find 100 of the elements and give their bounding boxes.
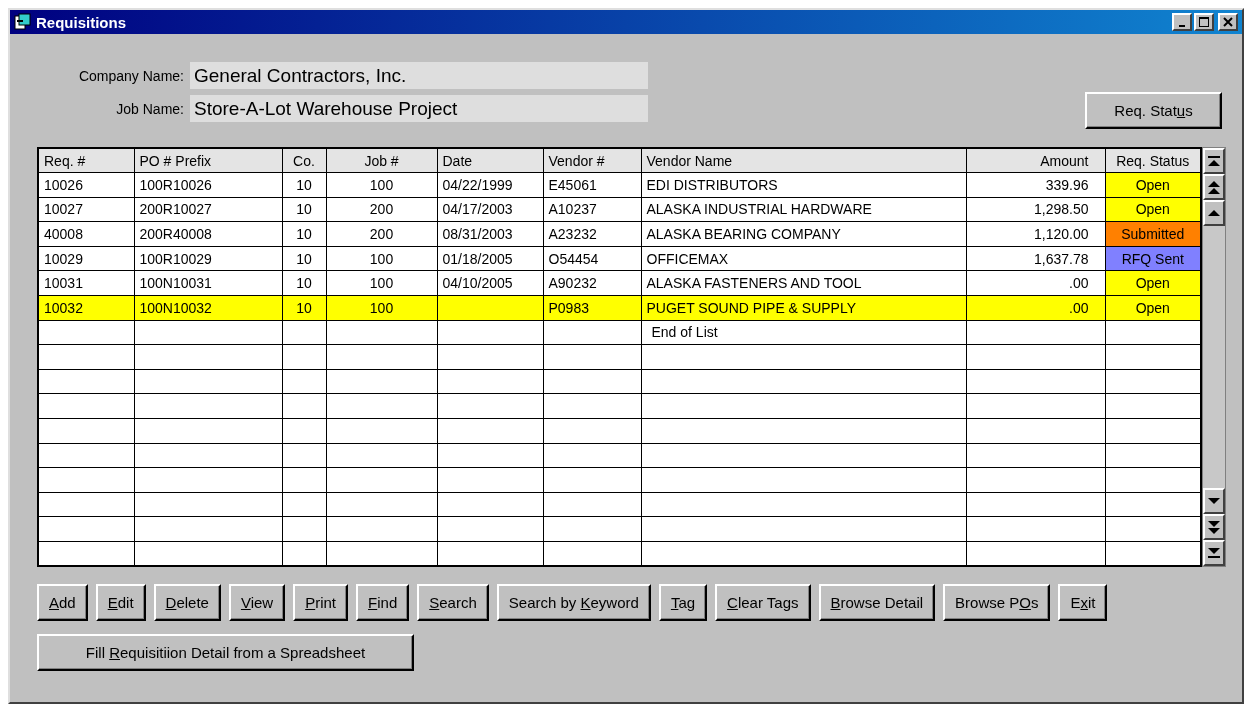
table-cell: .00 [966,295,1105,321]
fill-from-spreadsheet-button[interactable]: Fill Requisitiion Detail from a Spreadsheet [37,634,414,672]
table-cell: 100 [326,270,437,296]
job-name-field[interactable]: Store-A-Lot Warehouse Project [190,95,648,122]
column-header[interactable]: Co. [282,148,326,173]
column-header[interactable]: Job # [326,148,437,173]
table-cell: A90232 [543,270,641,296]
table-cell: 04/17/2003 [437,197,543,222]
table-cell: 40008 [38,221,134,247]
column-header[interactable]: Amount [966,148,1105,173]
column-header[interactable]: Date [437,148,543,173]
table-row[interactable]: 10031 100N10031 10 100 04/10/2005 A90232 ALASKA FASTENERS AND TOOL .00 Open [38,270,1201,296]
scroll-down-button[interactable] [1203,488,1225,515]
table-row[interactable]: 10029 100R10029 10 100 01/18/2005 O54454 OFFICEMAX 1,637.78 RFQ Sent [38,246,1201,271]
status-cell: Open [1105,197,1201,222]
status-cell: Open [1105,295,1201,321]
table-cell: 10032 [38,295,134,321]
table-cell: 200R10027 [134,197,282,222]
status-cell: Open [1105,270,1201,296]
table-cell: OFFICEMAX [641,246,966,271]
table-cell: 1,637.78 [966,246,1105,271]
table-cell: 10029 [38,246,134,271]
column-header[interactable]: Vendor # [543,148,641,173]
action-button[interactable]: Edit [95,584,146,622]
column-header[interactable]: PO # Prefix [134,148,282,173]
action-button[interactable]: Exit [1058,584,1108,622]
down-arrow-icon [1208,498,1220,505]
action-button[interactable]: Browse Detail [818,584,936,622]
action-button[interactable]: Find [356,584,410,622]
action-button[interactable]: Tag [658,584,708,622]
action-button[interactable]: Delete [153,584,221,622]
table-cell: 04/10/2005 [437,270,543,296]
table-cell: 04/22/1999 [437,172,543,198]
action-button[interactable]: Clear Tags [715,584,811,622]
table-cell: PUGET SOUND PIPE & SUPPLY [641,295,966,321]
table-cell: 339.96 [966,172,1105,198]
table-cell: 10026 [38,172,134,198]
up-arrow-icon [1208,210,1220,216]
status-cell: RFQ Sent [1105,246,1201,271]
table-cell: 200 [326,197,437,222]
table-cell: O54454 [543,246,641,271]
table-cell: 10 [282,270,326,296]
table-cell: .00 [966,270,1105,296]
table-cell: 10 [282,172,326,198]
table-row[interactable]: 10032 100N10032 10 100 P0983 PUGET SOUND PIPE & SUPPLY .00 Open [38,295,1201,321]
table-cell: 10031 [38,270,134,296]
action-button[interactable]: Browse POs [943,584,1051,622]
scroll-pagedown-button[interactable] [1203,514,1225,541]
column-header[interactable]: Req. # [38,148,134,173]
table-cell: ALASKA FASTENERS AND TOOL [641,270,966,296]
minimize-icon [1179,25,1185,27]
table-cell: ALASKA BEARING COMPANY [641,221,966,247]
table-cell: 200R40008 [134,221,282,247]
table-row[interactable]: 10026 100R10026 10 100 04/22/1999 E45061 EDI DISTRIBUTORS 339.96 Open [38,172,1201,198]
scroll-bar[interactable] [1202,147,1226,568]
table-cell: 100 [326,295,437,321]
action-button[interactable]: Add [37,584,88,622]
table-cell: 10 [282,197,326,222]
maximize-icon [1199,17,1209,27]
table-cell: A10237 [543,197,641,222]
close-icon [1223,17,1233,27]
action-button[interactable]: View [228,584,286,622]
table-cell: 1,120.00 [966,221,1105,247]
scroll-last-button[interactable] [1203,540,1225,567]
table-cell: 10 [282,246,326,271]
table-cell: 10027 [38,197,134,222]
table-cell: 1,298.50 [966,197,1105,222]
column-header[interactable]: Req. Status [1105,148,1201,173]
maximize-button[interactable] [1194,13,1214,31]
table-cell: ALASKA INDUSTRIAL HARDWARE [641,197,966,222]
table-cell: 100R10029 [134,246,282,271]
scroll-up-button[interactable] [1203,200,1225,226]
req-status-button[interactable]: Req. Status [1085,92,1222,129]
column-header[interactable]: Vendor Name [641,148,966,173]
job-name-label: Job Name: [115,100,185,117]
table-cell: 100N10032 [134,295,282,321]
close-button[interactable] [1218,13,1238,31]
scroll-first-button[interactable] [1203,148,1225,174]
table-cell: 100 [326,246,437,271]
table-cell: 200 [326,221,437,247]
table-row[interactable]: 40008 200R40008 10 200 08/31/2003 A23232 ALASKA BEARING COMPANY 1,120.00 Submitted [38,221,1201,247]
minimize-button[interactable] [1172,13,1192,31]
action-button[interactable]: Search [417,584,489,622]
table-cell: EDI DISTRIBUTORS [641,172,966,198]
status-cell: Open [1105,172,1201,198]
company-name-field[interactable]: General Contractors, Inc. [190,62,648,89]
table-cell: 100 [326,172,437,198]
scroll-pageup-button[interactable] [1203,174,1225,200]
table-cell: 10 [282,221,326,247]
double-up-arrow-icon [1208,180,1220,194]
window-title: Requisitions [36,13,126,31]
action-button[interactable]: Search by Keyword [496,584,651,622]
table-row[interactable]: 10027 200R10027 10 200 04/17/2003 A10237 ALASKA INDUSTRIAL HARDWARE 1,298.50 Open [38,197,1201,222]
app-icon [14,13,32,31]
double-down-arrow-icon [1208,520,1220,534]
action-button[interactable]: Print [293,584,349,622]
up-to-top-icon [1208,156,1220,166]
table-cell: E45061 [543,172,641,198]
company-name-label: Company Name: [77,67,185,84]
down-to-bottom-icon [1208,548,1220,559]
